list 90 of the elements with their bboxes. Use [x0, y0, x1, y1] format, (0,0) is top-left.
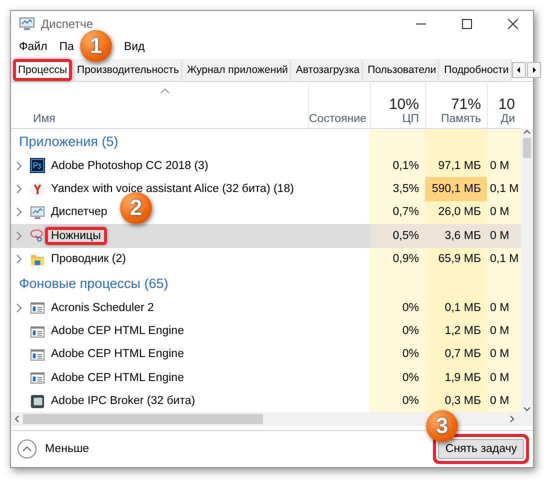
process-name[interactable]: Adobe CEP HTML Engine	[45, 322, 190, 340]
tab[interactable]: Подробности	[439, 59, 512, 81]
chevron-icon[interactable]	[16, 184, 22, 194]
menu-item[interactable]: Файл	[19, 41, 48, 53]
disk-cell: 0,1 М	[487, 177, 521, 201]
window-icon	[30, 324, 45, 339]
monitor-icon	[30, 204, 45, 220]
tab[interactable]: Процессы	[13, 59, 72, 81]
window-icon	[30, 300, 45, 316]
scroll-right-icon[interactable]	[526, 62, 541, 78]
cpu-cell: 0,9%	[370, 248, 425, 271]
vertical-scrollbar[interactable]	[521, 129, 533, 412]
cpu-cell: 0%	[370, 319, 425, 343]
tab[interactable]: Производительность	[72, 59, 182, 81]
fewer-details-button[interactable]: Меньше	[17, 439, 90, 459]
maximize-icon	[462, 19, 472, 29]
disk-cell: 0 М	[487, 200, 521, 224]
minimize-icon	[416, 23, 426, 25]
memory-cell: 3,6 МБ	[425, 224, 487, 248]
status-cell	[308, 224, 370, 248]
column-shading	[370, 129, 425, 154]
disk-cell: 0 М	[487, 342, 521, 366]
disk-cell: 0 М	[487, 154, 521, 178]
chevron-icon[interactable]	[16, 302, 22, 313]
chevron-icon[interactable]	[16, 160, 22, 171]
group-title: Приложения (5)	[18, 133, 120, 151]
memory-cell: 97,1 МБ	[425, 154, 487, 178]
cpu-cell: 0,7%	[370, 200, 425, 224]
sort-caret-icon	[160, 88, 170, 94]
group-title: Фоновые процессы (65)	[18, 274, 170, 293]
scroll-right-icon[interactable]	[510, 415, 515, 423]
disk-cell: 0 М	[487, 319, 521, 343]
cpu-cell: 0%	[370, 390, 425, 412]
column-header[interactable]: 10% ЦП	[371, 84, 425, 128]
scroll-left-icon[interactable]	[14, 415, 19, 423]
cpu-cell: 0%	[370, 296, 425, 320]
memory-cell: 1,9 МБ	[425, 366, 487, 390]
process-name[interactable]: Adobe IPC Broker (32 бита)	[45, 392, 202, 410]
column-header[interactable]: Имя	[11, 84, 308, 128]
cpu-cell: 0%	[370, 366, 425, 390]
window-title: Диспетче	[41, 17, 94, 31]
menu-item[interactable]: Вид	[124, 41, 145, 53]
cpu-cell: 3,5%	[370, 177, 425, 201]
collapse-icon	[17, 439, 37, 459]
memory-cell: 590,1 МБ	[425, 177, 487, 201]
scrollbar-thumb[interactable]	[23, 414, 263, 424]
memory-cell: 0,3 МБ	[425, 390, 487, 412]
disk-cell: 0 М	[487, 366, 521, 390]
process-name[interactable]: Ножницы	[45, 226, 107, 245]
memory-cell: 0,7 МБ	[425, 342, 487, 366]
scroll-down-icon[interactable]	[523, 407, 531, 412]
selected-row-highlight[interactable]: Ножницы	[11, 224, 308, 248]
process-name[interactable]: Adobe Photoshop CC 2018 (3)	[45, 156, 214, 175]
process-name[interactable]: Adobe CEP HTML Engine	[45, 345, 190, 364]
column-header[interactable]: Состояние	[309, 84, 372, 128]
scrollbar-thumb[interactable]	[523, 138, 531, 158]
chevron-icon[interactable]	[16, 230, 22, 241]
browser-icon	[30, 182, 45, 197]
scroll-left-icon[interactable]	[512, 62, 526, 78]
disk-cell: 0,1 М	[487, 248, 521, 271]
memory-cell: 26,0 МБ	[425, 200, 487, 224]
app-icon	[30, 158, 45, 174]
tab[interactable]: Журнал приложений	[182, 59, 291, 81]
disk-cell: 0 М	[487, 224, 521, 248]
memory-cell: 0,1 МБ	[425, 296, 487, 320]
disk-cell: 0 М	[487, 296, 521, 320]
memory-cell: 65,9 МБ	[425, 248, 487, 271]
scroll-up-icon[interactable]	[523, 129, 531, 134]
cpu-cell: 0%	[370, 342, 425, 366]
column-header[interactable]: 10 Ди	[488, 84, 521, 128]
monitor-icon	[19, 17, 35, 31]
cpu-cell: 0,1%	[370, 154, 425, 178]
cpu-cell: 0,5%	[370, 224, 425, 248]
chevron-icon[interactable]	[16, 254, 22, 264]
tab[interactable]: Пользователи	[362, 59, 440, 81]
scissors-icon	[30, 228, 45, 244]
close-icon	[508, 19, 518, 29]
process-name[interactable]: Acronis Scheduler 2	[45, 298, 160, 317]
process-name[interactable]: Проводник (2)	[45, 250, 132, 268]
process-name[interactable]: Диспетчер	[45, 203, 114, 222]
disk-cell: 0 М	[487, 390, 521, 412]
process-name[interactable]: Adobe CEP HTML Engine	[45, 368, 190, 387]
window-icon	[30, 370, 45, 386]
window-icon	[30, 346, 45, 362]
column-header[interactable]: 71% Память	[426, 84, 487, 128]
menu-item[interactable]: Па	[59, 41, 74, 53]
chevron-icon[interactable]	[16, 207, 22, 218]
memory-cell: 1,2 МБ	[425, 319, 487, 343]
app-icon	[30, 394, 45, 409]
tab[interactable]: Автозагрузка	[290, 59, 363, 81]
